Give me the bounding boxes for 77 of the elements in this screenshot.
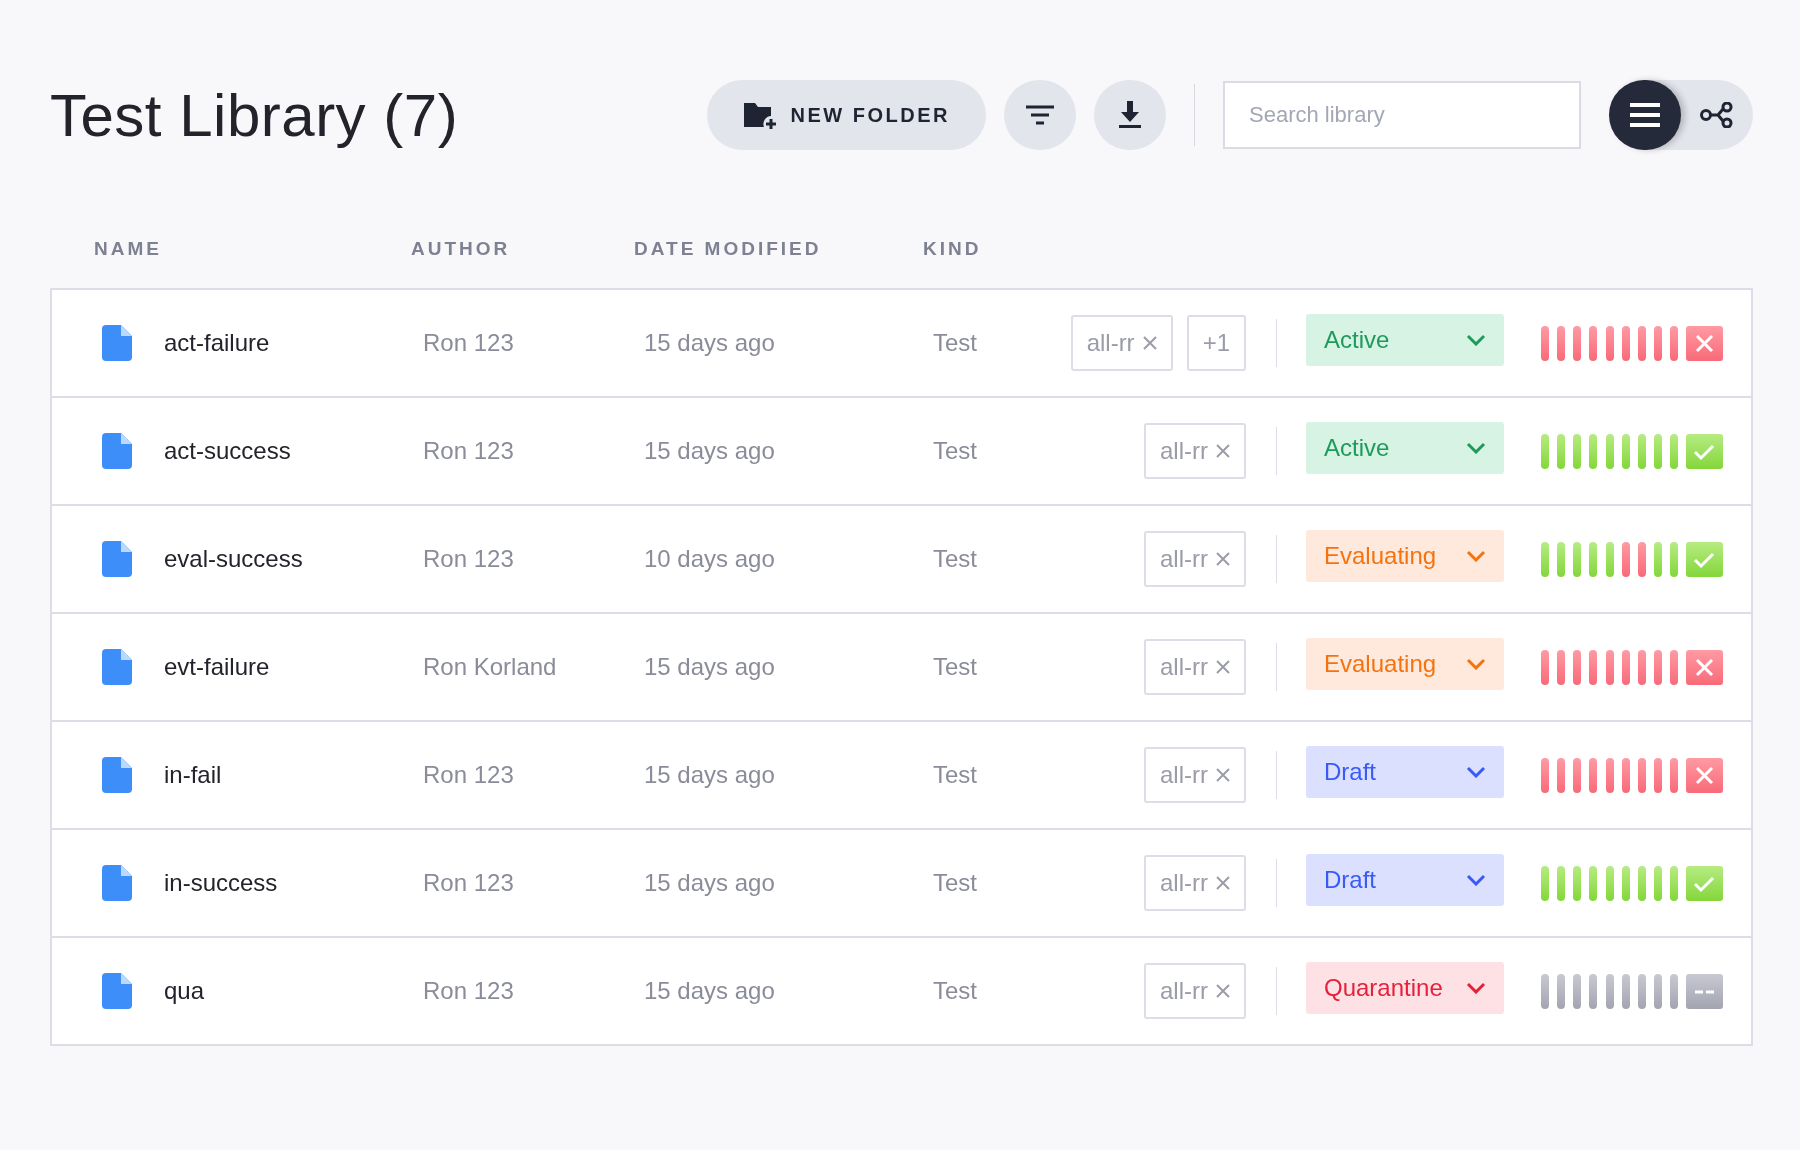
more-tags-button[interactable]: +1 <box>1186 315 1246 371</box>
filter-icon <box>1025 105 1055 125</box>
kind-label: Test <box>933 977 978 1005</box>
tag-label: all-rr <box>1160 761 1208 789</box>
file-name[interactable]: evt-failure <box>164 653 423 681</box>
file-name[interactable]: act-success <box>164 437 423 465</box>
close-icon[interactable] <box>1216 768 1230 782</box>
chevron-down-icon <box>1466 874 1486 886</box>
chevron-down-icon <box>1466 334 1486 346</box>
tag-label: all-rr <box>1160 977 1208 1005</box>
status-dropdown[interactable]: Evaluating <box>1306 530 1504 582</box>
author-name: Ron 123 <box>423 329 515 357</box>
chevron-down-icon <box>1466 550 1486 562</box>
tag-label: all-rr <box>1160 869 1208 897</box>
status-dropdown[interactable]: Evaluating <box>1306 638 1504 690</box>
author-name: Ron 123 <box>423 977 515 1005</box>
status-dropdown[interactable]: Active <box>1306 422 1504 474</box>
chevron-down-icon <box>1466 442 1486 454</box>
author-name: Ron 123 <box>423 869 515 897</box>
date-modified: 15 days ago <box>644 653 776 681</box>
status-dropdown[interactable]: Draft <box>1306 854 1504 906</box>
file-name[interactable]: in-fail <box>164 761 423 789</box>
author-name: Ron Korland <box>423 653 558 681</box>
date-modified: 10 days ago <box>644 545 776 573</box>
menu-icon <box>1629 102 1661 128</box>
file-icon <box>102 973 132 1009</box>
column-header[interactable]: KIND <box>923 238 982 260</box>
close-icon[interactable] <box>1216 552 1230 566</box>
date-modified: 15 days ago <box>644 869 776 897</box>
file-icon <box>102 757 132 793</box>
file-name[interactable]: act-failure <box>164 329 423 357</box>
node-graph-icon <box>1700 102 1734 128</box>
download-icon <box>1118 101 1142 129</box>
kind-label: Test <box>933 761 978 789</box>
tag-label: all-rr <box>1160 437 1208 465</box>
column-header[interactable]: NAME <box>94 238 162 260</box>
list-view-button[interactable] <box>1609 80 1681 150</box>
date-modified: 15 days ago <box>644 437 776 465</box>
file-icon <box>102 865 132 901</box>
file-icon <box>102 541 132 577</box>
close-icon[interactable] <box>1142 336 1157 350</box>
status-dropdown[interactable]: Draft <box>1306 746 1504 798</box>
file-icon <box>102 649 132 685</box>
date-modified: 15 days ago <box>644 761 776 789</box>
file-name[interactable]: qua <box>164 977 423 1005</box>
status-dropdown[interactable]: Active <box>1306 314 1504 366</box>
kind-label: Test <box>933 329 978 357</box>
tag-label: all-rr <box>1086 329 1135 357</box>
file-name[interactable]: eval-success <box>164 545 423 573</box>
file-icon <box>102 433 132 469</box>
kind-label: Test <box>933 545 978 573</box>
chevron-down-icon <box>1466 766 1486 778</box>
kind-label: Test <box>933 437 978 465</box>
file-name[interactable]: in-success <box>164 869 423 897</box>
date-modified: 15 days ago <box>644 977 776 1005</box>
tag-label: all-rr <box>1160 653 1208 681</box>
kind-label: Test <box>933 653 978 681</box>
author-name: Ron 123 <box>423 545 515 573</box>
author-name: Ron 123 <box>423 761 515 789</box>
status-dropdown[interactable]: Quarantine <box>1306 962 1504 1014</box>
close-icon[interactable] <box>1216 660 1230 674</box>
close-icon[interactable] <box>1216 984 1230 998</box>
chevron-down-icon <box>1466 658 1486 670</box>
column-header[interactable]: DATE MODIFIED <box>634 238 822 260</box>
close-icon[interactable] <box>1216 444 1230 458</box>
search-field[interactable]: Search library <box>1223 81 1581 149</box>
close-icon[interactable] <box>1216 876 1230 890</box>
tag-label: all-rr <box>1160 545 1208 573</box>
chevron-down-icon <box>1466 982 1486 994</box>
date-modified: 15 days ago <box>644 329 776 357</box>
file-icon <box>102 325 132 361</box>
page-title: Test Library (7) <box>50 80 460 150</box>
column-header[interactable]: AUTHOR <box>411 238 511 260</box>
kind-label: Test <box>933 869 978 897</box>
new-folder-button[interactable]: NEW FOLDER <box>706 80 986 150</box>
author-name: Ron 123 <box>423 437 515 465</box>
folder-plus-icon <box>742 100 779 130</box>
